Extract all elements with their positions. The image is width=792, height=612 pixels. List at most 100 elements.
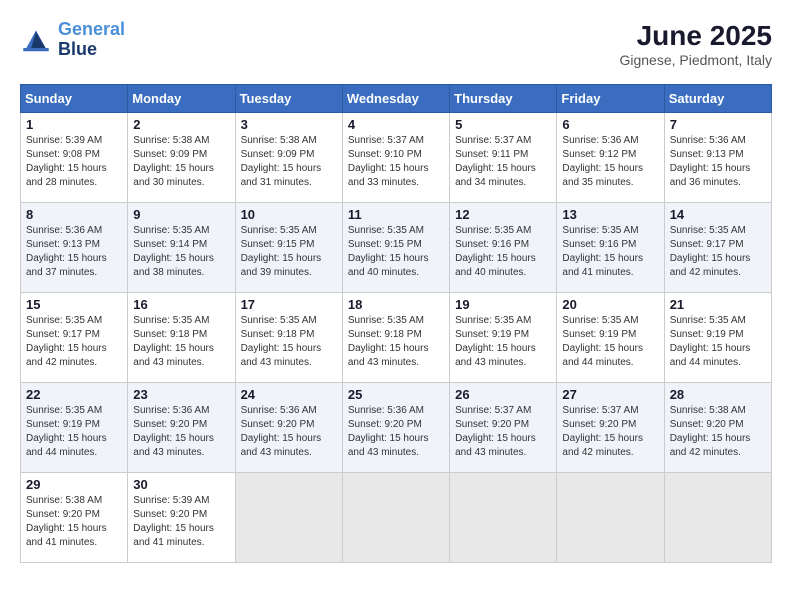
- day-number: 7: [670, 117, 766, 132]
- calendar-cell: 14 Sunrise: 5:35 AM Sunset: 9:17 PM Dayli…: [664, 203, 771, 293]
- calendar-cell: 5 Sunrise: 5:37 AM Sunset: 9:11 PM Daylig…: [450, 113, 557, 203]
- calendar-cell: 22 Sunrise: 5:35 AM Sunset: 9:19 PM Dayli…: [21, 383, 128, 473]
- day-number: 13: [562, 207, 658, 222]
- day-number: 4: [348, 117, 444, 132]
- day-info: Sunrise: 5:35 AM Sunset: 9:19 PM Dayligh…: [26, 404, 122, 460]
- calendar-cell: [664, 473, 771, 563]
- day-info: Sunrise: 5:35 AM Sunset: 9:14 PM Dayligh…: [133, 224, 229, 280]
- calendar-cell: 30 Sunrise: 5:39 AM Sunset: 9:20 PM Dayli…: [128, 473, 235, 563]
- day-number: 16: [133, 297, 229, 312]
- day-info: Sunrise: 5:35 AM Sunset: 9:19 PM Dayligh…: [455, 314, 551, 370]
- day-info: Sunrise: 5:36 AM Sunset: 9:12 PM Dayligh…: [562, 134, 658, 190]
- weekday-header-wednesday: Wednesday: [342, 85, 449, 113]
- calendar-cell: 4 Sunrise: 5:37 AM Sunset: 9:10 PM Daylig…: [342, 113, 449, 203]
- day-number: 8: [26, 207, 122, 222]
- calendar-cell: 2 Sunrise: 5:38 AM Sunset: 9:09 PM Daylig…: [128, 113, 235, 203]
- day-number: 1: [26, 117, 122, 132]
- weekday-header-sunday: Sunday: [21, 85, 128, 113]
- day-info: Sunrise: 5:35 AM Sunset: 9:19 PM Dayligh…: [670, 314, 766, 370]
- day-number: 30: [133, 477, 229, 492]
- title-block: June 2025 Gignese, Piedmont, Italy: [619, 20, 772, 68]
- day-info: Sunrise: 5:36 AM Sunset: 9:13 PM Dayligh…: [670, 134, 766, 190]
- calendar-cell: 11Sunrise: 5:35 AM Sunset: 9:15 PM Dayli…: [342, 203, 449, 293]
- day-number: 3: [241, 117, 337, 132]
- day-info: Sunrise: 5:35 AM Sunset: 9:19 PM Dayligh…: [562, 314, 658, 370]
- calendar-cell: 24 Sunrise: 5:36 AM Sunset: 9:20 PM Dayli…: [235, 383, 342, 473]
- day-number: 2: [133, 117, 229, 132]
- calendar-cell: [450, 473, 557, 563]
- day-number: 14: [670, 207, 766, 222]
- day-number: 24: [241, 387, 337, 402]
- day-info: Sunrise: 5:35 AM Sunset: 9:17 PM Dayligh…: [26, 314, 122, 370]
- day-number: 23: [133, 387, 229, 402]
- calendar-cell: 25Sunrise: 5:36 AM Sunset: 9:20 PM Dayli…: [342, 383, 449, 473]
- day-info: Sunrise: 5:35 AM Sunset: 9:18 PM Dayligh…: [241, 314, 337, 370]
- day-number: 6: [562, 117, 658, 132]
- day-info: Sunrise: 5:36 AM Sunset: 9:20 PM Dayligh…: [241, 404, 337, 460]
- day-info: Sunrise: 5:35 AM Sunset: 9:16 PM Dayligh…: [562, 224, 658, 280]
- day-number: 9: [133, 207, 229, 222]
- calendar-cell: 17 Sunrise: 5:35 AM Sunset: 9:18 PM Dayli…: [235, 293, 342, 383]
- weekday-header-tuesday: Tuesday: [235, 85, 342, 113]
- day-number: 17: [241, 297, 337, 312]
- logo: GeneralBlue: [20, 20, 125, 60]
- calendar-week-2: 8Sunrise: 5:36 AM Sunset: 9:13 PM Daylig…: [21, 203, 772, 293]
- day-number: 20: [562, 297, 658, 312]
- day-number: 26: [455, 387, 551, 402]
- calendar-cell: 27 Sunrise: 5:37 AM Sunset: 9:20 PM Dayli…: [557, 383, 664, 473]
- day-number: 11: [348, 207, 444, 222]
- day-info: Sunrise: 5:37 AM Sunset: 9:20 PM Dayligh…: [455, 404, 551, 460]
- day-number: 19: [455, 297, 551, 312]
- calendar-table: SundayMondayTuesdayWednesdayThursdayFrid…: [20, 84, 772, 563]
- day-number: 5: [455, 117, 551, 132]
- day-number: 27: [562, 387, 658, 402]
- calendar-week-1: 1 Sunrise: 5:39 AM Sunset: 9:08 PM Daylig…: [21, 113, 772, 203]
- calendar-cell: 15 Sunrise: 5:35 AM Sunset: 9:17 PM Dayli…: [21, 293, 128, 383]
- day-info: Sunrise: 5:37 AM Sunset: 9:11 PM Dayligh…: [455, 134, 551, 190]
- calendar-cell: 1 Sunrise: 5:39 AM Sunset: 9:08 PM Daylig…: [21, 113, 128, 203]
- calendar-cell: [557, 473, 664, 563]
- calendar-week-4: 22 Sunrise: 5:35 AM Sunset: 9:19 PM Dayli…: [21, 383, 772, 473]
- calendar-cell: 12 Sunrise: 5:35 AM Sunset: 9:16 PM Dayli…: [450, 203, 557, 293]
- day-info: Sunrise: 5:39 AM Sunset: 9:20 PM Dayligh…: [133, 494, 229, 550]
- logo-text: GeneralBlue: [58, 20, 125, 60]
- calendar-cell: [235, 473, 342, 563]
- weekday-header-friday: Friday: [557, 85, 664, 113]
- calendar-cell: [342, 473, 449, 563]
- day-number: 22: [26, 387, 122, 402]
- day-info: Sunrise: 5:35 AM Sunset: 9:17 PM Dayligh…: [670, 224, 766, 280]
- calendar-cell: 20 Sunrise: 5:35 AM Sunset: 9:19 PM Dayli…: [557, 293, 664, 383]
- day-info: Sunrise: 5:35 AM Sunset: 9:16 PM Dayligh…: [455, 224, 551, 280]
- day-info: Sunrise: 5:38 AM Sunset: 9:09 PM Dayligh…: [241, 134, 337, 190]
- day-info: Sunrise: 5:35 AM Sunset: 9:18 PM Dayligh…: [348, 314, 444, 370]
- day-number: 28: [670, 387, 766, 402]
- calendar-cell: 28Sunrise: 5:38 AM Sunset: 9:20 PM Dayli…: [664, 383, 771, 473]
- calendar-header-row: SundayMondayTuesdayWednesdayThursdayFrid…: [21, 85, 772, 113]
- location: Gignese, Piedmont, Italy: [619, 52, 772, 68]
- day-info: Sunrise: 5:39 AM Sunset: 9:08 PM Dayligh…: [26, 134, 122, 190]
- day-number: 15: [26, 297, 122, 312]
- day-number: 12: [455, 207, 551, 222]
- day-number: 10: [241, 207, 337, 222]
- calendar-cell: 13 Sunrise: 5:35 AM Sunset: 9:16 PM Dayli…: [557, 203, 664, 293]
- weekday-header-saturday: Saturday: [664, 85, 771, 113]
- calendar-cell: 19 Sunrise: 5:35 AM Sunset: 9:19 PM Dayli…: [450, 293, 557, 383]
- day-info: Sunrise: 5:37 AM Sunset: 9:20 PM Dayligh…: [562, 404, 658, 460]
- day-number: 18: [348, 297, 444, 312]
- day-info: Sunrise: 5:35 AM Sunset: 9:18 PM Dayligh…: [133, 314, 229, 370]
- calendar-week-5: 29Sunrise: 5:38 AM Sunset: 9:20 PM Dayli…: [21, 473, 772, 563]
- day-info: Sunrise: 5:38 AM Sunset: 9:09 PM Dayligh…: [133, 134, 229, 190]
- weekday-header-thursday: Thursday: [450, 85, 557, 113]
- day-info: Sunrise: 5:37 AM Sunset: 9:10 PM Dayligh…: [348, 134, 444, 190]
- calendar-cell: 29Sunrise: 5:38 AM Sunset: 9:20 PM Dayli…: [21, 473, 128, 563]
- calendar-cell: 3 Sunrise: 5:38 AM Sunset: 9:09 PM Daylig…: [235, 113, 342, 203]
- calendar-cell: 7 Sunrise: 5:36 AM Sunset: 9:13 PM Daylig…: [664, 113, 771, 203]
- calendar-cell: 21 Sunrise: 5:35 AM Sunset: 9:19 PM Dayli…: [664, 293, 771, 383]
- calendar-cell: 10Sunrise: 5:35 AM Sunset: 9:15 PM Dayli…: [235, 203, 342, 293]
- day-info: Sunrise: 5:38 AM Sunset: 9:20 PM Dayligh…: [26, 494, 122, 550]
- calendar-cell: 9 Sunrise: 5:35 AM Sunset: 9:14 PM Daylig…: [128, 203, 235, 293]
- calendar-cell: 16 Sunrise: 5:35 AM Sunset: 9:18 PM Dayli…: [128, 293, 235, 383]
- month-title: June 2025: [619, 20, 772, 52]
- day-info: Sunrise: 5:36 AM Sunset: 9:20 PM Dayligh…: [348, 404, 444, 460]
- day-number: 21: [670, 297, 766, 312]
